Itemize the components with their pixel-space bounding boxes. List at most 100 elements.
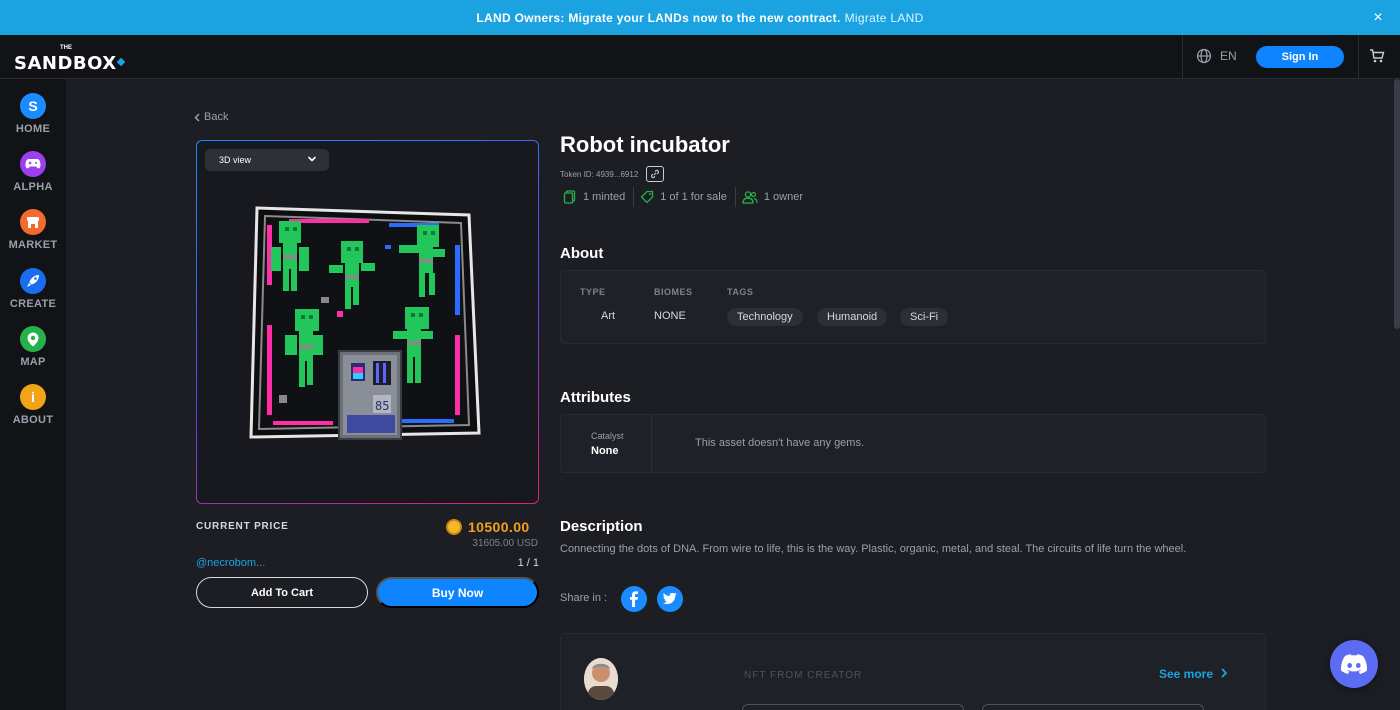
see-more-label: See more (1159, 667, 1214, 681)
share-label: Share in : (560, 592, 608, 604)
sidebar-label-create: CREATE (9, 298, 57, 310)
about-card: TYPE Art BIOMES NONE TAGS Technology Hum… (560, 270, 1266, 344)
chevron-left-icon (194, 112, 200, 122)
sidebar-label-market: MARKET (8, 239, 58, 251)
tag-icon (640, 190, 654, 204)
description-text: Connecting the dots of DNA. From wire to… (560, 543, 1187, 555)
attributes-card: Catalyst None This asset doesn't have an… (560, 414, 1266, 473)
attributes-heading: Attributes (560, 389, 631, 406)
divider (734, 187, 736, 207)
sand-coin-icon (446, 519, 462, 535)
sidebar-label-alpha: ALPHA (13, 181, 53, 193)
view-mode-select[interactable]: 3D view (205, 149, 329, 171)
edition-count: 1 / 1 (517, 557, 539, 569)
divider (1358, 35, 1359, 78)
facebook-icon[interactable] (621, 586, 647, 612)
for-sale-stat: 1 of 1 for sale (640, 190, 735, 204)
tags-label: TAGS (727, 287, 754, 297)
sidebar-item-create[interactable]: CREATE (0, 268, 66, 322)
robot-incubator-artwork: 85 (249, 206, 481, 440)
tag-chip[interactable]: Sci-Fi (900, 308, 949, 326)
seller-link[interactable]: @necrobom... (196, 557, 265, 569)
tag-chip[interactable]: Humanoid (817, 308, 888, 326)
banner-close-icon[interactable]: × (1373, 9, 1383, 27)
language-label: EN (1220, 49, 1237, 63)
tag-chip[interactable]: Technology (727, 308, 803, 326)
sign-in-button[interactable]: Sign In (1256, 46, 1344, 68)
creator-card: NFT FROM CREATOR See more (560, 633, 1266, 710)
buy-now-button[interactable]: Buy Now (376, 577, 539, 608)
sandbox-logo[interactable]: THE SANDBOX (14, 45, 126, 74)
type-value: Art (601, 310, 616, 322)
creator-nft-card[interactable] (742, 704, 964, 710)
migrate-land-link[interactable]: Migrate LAND (845, 11, 924, 25)
divider (651, 415, 652, 472)
copy-link-icon[interactable] (646, 166, 665, 182)
token-id-row: Token ID: 4939...6912 (560, 166, 665, 182)
sidebar-item-home[interactable]: S HOME (0, 93, 66, 147)
top-navigation-bar: THE SANDBOX EN Sign In (0, 35, 1400, 79)
owners-stat: 1 owner (742, 190, 811, 204)
asset-stats: 1 minted 1 of 1 for sale 1 owner (563, 187, 811, 207)
nft-from-creator-label: NFT FROM CREATOR (744, 670, 863, 681)
globe-icon (1196, 48, 1212, 64)
current-price-label: CURRENT PRICE (196, 521, 289, 532)
gamepad-icon (20, 151, 46, 177)
creator-nft-card[interactable] (982, 704, 1204, 710)
banner-message: LAND Owners: Migrate your LANDs now to t… (476, 10, 841, 25)
page-scrollbar[interactable] (1394, 79, 1400, 329)
sidebar-label-about: ABOUT (12, 414, 54, 426)
logo-the: THE (60, 45, 72, 51)
discord-icon[interactable] (1330, 640, 1378, 688)
chevron-right-icon (1221, 668, 1228, 678)
sidebar-item-alpha[interactable]: ALPHA (0, 151, 66, 205)
twitter-icon[interactable] (657, 586, 683, 612)
back-label: Back (204, 111, 229, 123)
asset-3d-viewer[interactable]: 3D view 85 (196, 140, 539, 504)
svg-text:85: 85 (375, 399, 389, 413)
type-label: TYPE (580, 287, 606, 297)
sidebar-item-map[interactable]: MAP (0, 326, 66, 380)
gems-message: This asset doesn't have any gems. (695, 437, 865, 449)
view-mode-label: 3D view (219, 155, 252, 165)
biomes-value: NONE (654, 310, 686, 322)
token-id: Token ID: 4939...6912 (560, 169, 639, 179)
minted-stat: 1 minted (563, 190, 633, 204)
add-to-cart-button[interactable]: Add To Cart (196, 577, 368, 608)
price-usd: 31605.00 USD (472, 538, 538, 549)
sidebar: S HOME ALPHA MARKET CREATE MAP i ABOUT (0, 79, 66, 710)
catalyst-value: None (591, 445, 619, 457)
catalyst-label: Catalyst (591, 431, 624, 441)
divider (1182, 35, 1183, 78)
sidebar-item-market[interactable]: MARKET (0, 209, 66, 263)
about-heading: About (560, 245, 604, 262)
logo-dot-icon (116, 57, 126, 67)
rocket-icon (20, 268, 46, 294)
cart-icon[interactable] (1369, 48, 1385, 69)
home-icon: S (20, 93, 46, 119)
announcement-banner: LAND Owners: Migrate your LANDs now to t… (0, 0, 1400, 35)
users-icon (742, 191, 758, 204)
asset-title: Robot incubator (560, 132, 730, 157)
price-value: 10500.00 (468, 519, 530, 535)
sidebar-label-map: MAP (20, 356, 46, 368)
owners-count: 1 owner (763, 191, 803, 203)
sidebar-item-about[interactable]: i ABOUT (0, 384, 66, 438)
back-link[interactable]: Back (194, 111, 228, 123)
logo-text: SANDBOX (14, 53, 117, 74)
chevron-down-icon (307, 156, 317, 162)
map-pin-icon (20, 326, 46, 352)
copies-icon (563, 190, 576, 204)
divider (633, 187, 635, 207)
market-icon (20, 209, 46, 235)
minted-count: 1 minted (583, 191, 626, 203)
language-selector[interactable]: EN (1196, 48, 1237, 64)
see-more-link[interactable]: See more (1159, 667, 1228, 681)
biomes-label: BIOMES (654, 287, 693, 297)
price-display: 10500.00 (446, 519, 530, 535)
for-sale-count: 1 of 1 for sale (660, 191, 727, 203)
info-icon: i (20, 384, 46, 410)
sidebar-label-home: HOME (15, 123, 51, 135)
description-heading: Description (560, 518, 643, 535)
creator-avatar[interactable] (584, 658, 618, 700)
